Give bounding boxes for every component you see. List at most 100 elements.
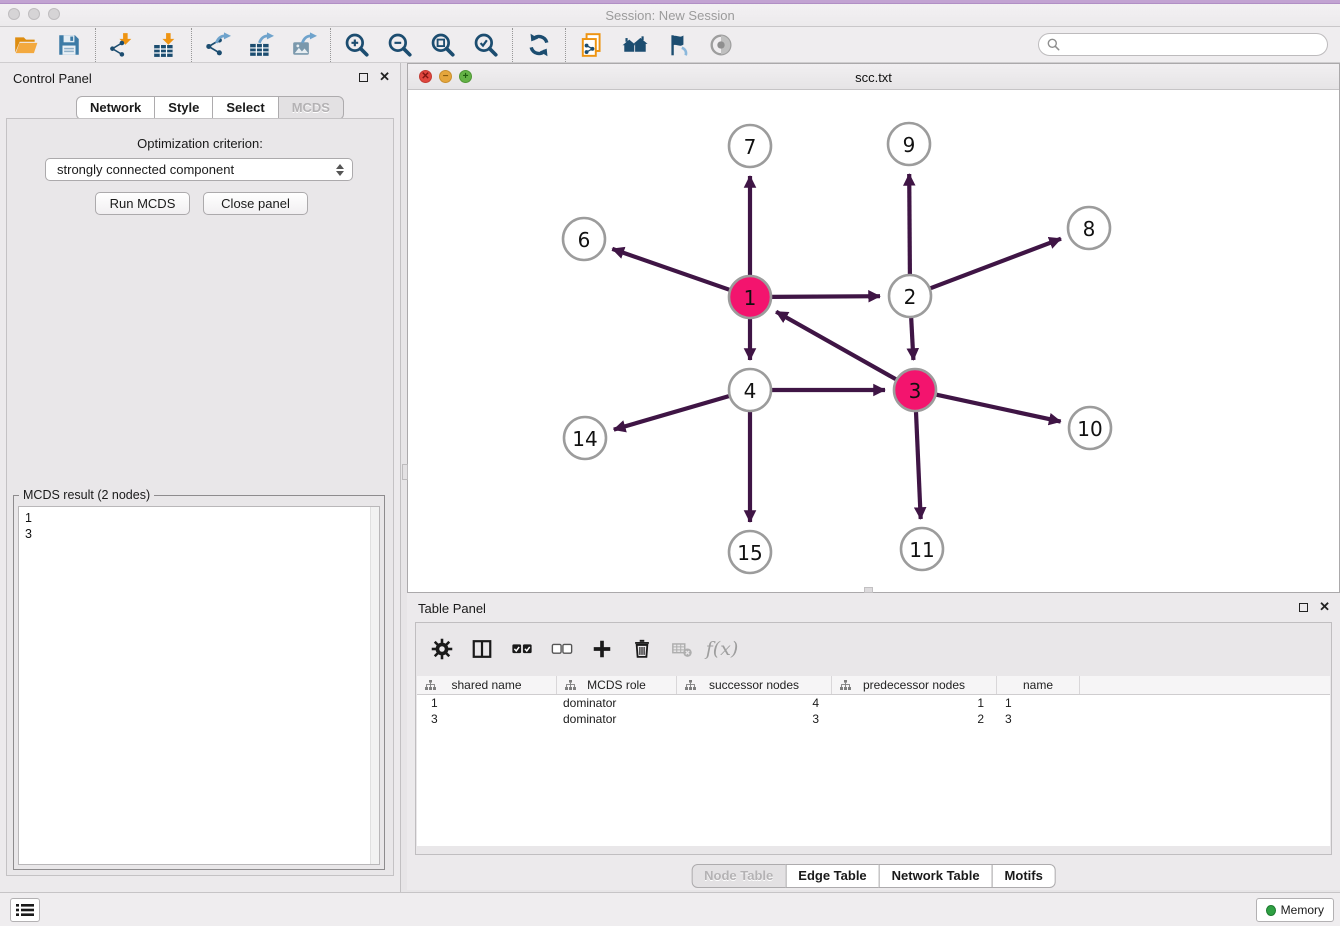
tab-edge-table[interactable]: Edge Table (785, 864, 879, 888)
cell-shared-name[interactable]: 1 (417, 696, 557, 710)
edge-2-8[interactable] (931, 239, 1061, 289)
cell-name[interactable]: 1 (997, 696, 1080, 710)
hide-eye-icon[interactable] (708, 32, 734, 58)
search-input[interactable] (1065, 36, 1327, 54)
zoom-in-icon[interactable] (344, 32, 370, 58)
deselect-all-checks-icon[interactable] (550, 637, 574, 661)
svg-text:10: 10 (1077, 417, 1102, 441)
graph-node-14[interactable]: 14 (564, 417, 606, 459)
edge-4-14[interactable] (614, 396, 729, 430)
graph-node-2[interactable]: 2 (889, 275, 931, 317)
tab-mcds[interactable]: MCDS (278, 96, 344, 120)
new-network-from-selection-icon[interactable] (579, 32, 605, 58)
function-builder-icon[interactable]: f(x) (710, 637, 734, 661)
column-header-successor-nodes[interactable]: successor nodes (677, 676, 832, 694)
column-header-shared-name[interactable]: shared name (417, 676, 557, 694)
optimization-criterion-dropdown[interactable]: strongly connected component (45, 158, 353, 181)
cell-predecessor-nodes[interactable]: 2 (832, 712, 997, 726)
select-all-checks-icon[interactable] (510, 637, 534, 661)
graph-node-10[interactable]: 10 (1069, 407, 1111, 449)
edge-3-1[interactable] (776, 312, 896, 380)
edge-3-10[interactable] (937, 395, 1061, 422)
graph-node-6[interactable]: 6 (563, 218, 605, 260)
graph-node-15[interactable]: 15 (729, 531, 771, 573)
export-network-icon[interactable] (205, 32, 231, 58)
table-tabs: Node TableEdge TableNetwork TableMotifs (691, 864, 1056, 888)
cell-shared-name[interactable]: 3 (417, 712, 557, 726)
edge-2-3[interactable] (911, 318, 913, 360)
delete-table-icon[interactable] (670, 637, 694, 661)
import-network-icon[interactable] (109, 32, 135, 58)
window-accent-strip (0, 0, 1340, 4)
column-header-name[interactable]: name (997, 676, 1080, 694)
search-field[interactable] (1038, 33, 1328, 56)
zoom-fit-icon[interactable] (430, 32, 456, 58)
settings-gear-icon[interactable] (430, 637, 454, 661)
import-table-icon[interactable] (152, 32, 178, 58)
cell-MCDS-role[interactable]: dominator (557, 712, 677, 726)
close-table-panel-icon[interactable]: ✕ (1319, 602, 1330, 612)
edge-2-9[interactable] (909, 174, 910, 274)
tab-network-table[interactable]: Network Table (879, 864, 993, 888)
float-table-panel-icon[interactable] (1299, 603, 1308, 612)
edge-3-11[interactable] (916, 412, 921, 519)
memory-button[interactable]: Memory (1256, 898, 1334, 922)
table-panel-header: Table Panel ✕ (407, 593, 1340, 621)
style-flag-icon[interactable] (665, 32, 691, 58)
search-icon (1047, 38, 1060, 51)
float-panel-icon[interactable] (359, 73, 368, 82)
svg-text:7: 7 (744, 135, 757, 159)
cell-predecessor-nodes[interactable]: 1 (832, 696, 997, 710)
graph-node-4[interactable]: 4 (729, 369, 771, 411)
zoom-selected-icon[interactable] (473, 32, 499, 58)
export-table-icon[interactable] (248, 32, 274, 58)
control-panel-tabs: NetworkStyleSelectMCDS (76, 96, 344, 120)
column-header-MCDS-role[interactable]: MCDS role (557, 676, 677, 694)
cell-name[interactable]: 3 (997, 712, 1080, 726)
refresh-icon[interactable] (526, 32, 552, 58)
network-view-window: ✕ − + scc.txt 7968124314101511 (407, 63, 1340, 593)
task-history-button[interactable] (10, 898, 40, 922)
tab-motifs[interactable]: Motifs (992, 864, 1056, 888)
export-image-icon[interactable] (291, 32, 317, 58)
graph-node-7[interactable]: 7 (729, 125, 771, 167)
run-mcds-button[interactable]: Run MCDS (95, 192, 190, 215)
split-columns-icon[interactable] (470, 637, 494, 661)
tab-style[interactable]: Style (154, 96, 213, 120)
graph-node-1[interactable]: 1 (729, 276, 771, 318)
graph-node-11[interactable]: 11 (901, 528, 943, 570)
graph-node-8[interactable]: 8 (1068, 207, 1110, 249)
add-column-icon[interactable] (590, 637, 614, 661)
table-row[interactable]: 3dominator323 (417, 711, 1330, 727)
close-panel-icon[interactable]: ✕ (379, 72, 390, 82)
save-session-icon[interactable] (56, 32, 82, 58)
svg-text:8: 8 (1083, 217, 1096, 241)
mcds-result-area[interactable]: 13 (18, 506, 380, 865)
control-panel: Control Panel ✕ NetworkStyleSelectMCDS O… (0, 63, 401, 892)
column-header-predecessor-nodes[interactable]: predecessor nodes (832, 676, 997, 694)
graph-node-3[interactable]: 3 (894, 369, 936, 411)
edge-1-2[interactable] (772, 296, 880, 297)
close-panel-button[interactable]: Close panel (203, 192, 308, 215)
cell-successor-nodes[interactable]: 4 (677, 696, 832, 710)
delete-column-icon[interactable] (630, 637, 654, 661)
node-table: shared nameMCDS rolesuccessor nodesprede… (417, 676, 1330, 846)
graph-node-9[interactable]: 9 (888, 123, 930, 165)
tab-network[interactable]: Network (76, 96, 155, 120)
edge-1-6[interactable] (612, 249, 729, 290)
memory-status-icon (1266, 905, 1276, 916)
tab-node-table[interactable]: Node Table (691, 864, 786, 888)
cell-MCDS-role[interactable]: dominator (557, 696, 677, 710)
svg-text:15: 15 (737, 541, 762, 565)
home-icon[interactable] (622, 32, 648, 58)
result-scrollbar[interactable] (370, 507, 379, 864)
table-toolbar: f(x) (416, 623, 734, 675)
tab-select[interactable]: Select (212, 96, 278, 120)
panel-divider-grip[interactable] (402, 464, 408, 480)
open-session-icon[interactable] (13, 32, 39, 58)
zoom-out-icon[interactable] (387, 32, 413, 58)
cell-successor-nodes[interactable]: 3 (677, 712, 832, 726)
network-window-title: scc.txt (408, 70, 1339, 85)
table-row[interactable]: 1dominator411 (417, 695, 1330, 711)
network-canvas[interactable]: 7 9 6 8 1 2 4 3 14 10 15 11 (408, 90, 1339, 592)
